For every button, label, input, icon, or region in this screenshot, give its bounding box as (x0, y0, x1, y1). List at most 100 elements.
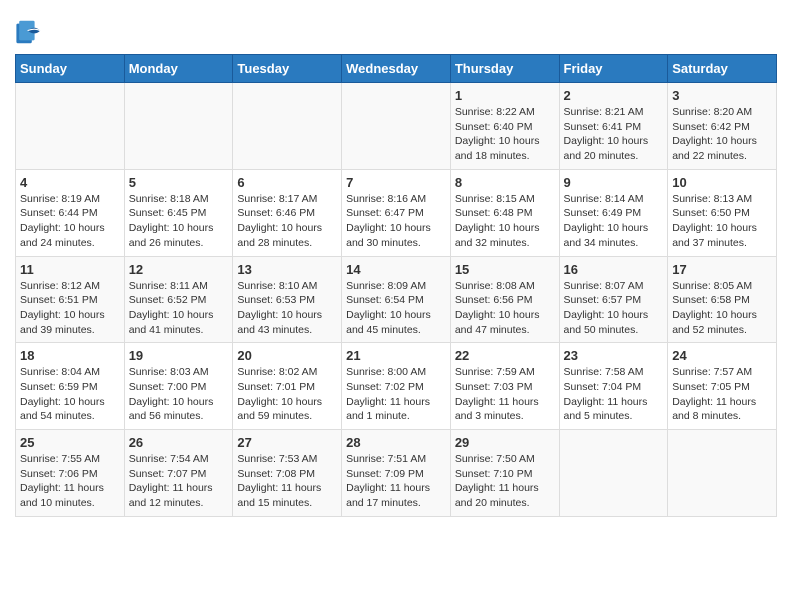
day-number: 10 (672, 175, 772, 190)
calendar-cell: 5 Sunrise: 8:18 AM Sunset: 6:45 PM Daylig… (124, 169, 233, 256)
day-number: 28 (346, 435, 446, 450)
day-info: Sunrise: 7:53 AM Sunset: 7:08 PM Dayligh… (237, 452, 337, 511)
day-info: Sunrise: 8:21 AM Sunset: 6:41 PM Dayligh… (564, 105, 664, 164)
day-number: 14 (346, 262, 446, 277)
calendar-cell: 12 Sunrise: 8:11 AM Sunset: 6:52 PM Dayli… (124, 256, 233, 343)
calendar-cell: 21 Sunrise: 8:00 AM Sunset: 7:02 PM Dayli… (342, 343, 451, 430)
weekday-header-monday: Monday (124, 55, 233, 83)
day-number: 27 (237, 435, 337, 450)
calendar-cell: 15Sunrise: 8:08 AM Sunset: 6:56 PM Dayli… (450, 256, 559, 343)
day-number: 24 (672, 348, 772, 363)
day-number: 17 (672, 262, 772, 277)
calendar-cell: 23 Sunrise: 7:58 AM Sunset: 7:04 PM Dayli… (559, 343, 668, 430)
calendar-cell: 7 Sunrise: 8:16 AM Sunset: 6:47 PM Daylig… (342, 169, 451, 256)
day-info: Sunrise: 7:55 AM Sunset: 7:06 PM Dayligh… (20, 452, 120, 511)
calendar-cell: 24 Sunrise: 7:57 AM Sunset: 7:05 PM Dayli… (668, 343, 777, 430)
calendar-cell: 14 Sunrise: 8:09 AM Sunset: 6:54 PM Dayli… (342, 256, 451, 343)
calendar-cell: 18Sunrise: 8:04 AM Sunset: 6:59 PM Dayli… (16, 343, 125, 430)
day-info: Sunrise: 8:13 AM Sunset: 6:50 PM Dayligh… (672, 192, 772, 251)
day-info: Sunrise: 8:14 AM Sunset: 6:49 PM Dayligh… (564, 192, 664, 251)
calendar-week-row: 11 Sunrise: 8:12 AM Sunset: 6:51 PM Dayli… (16, 256, 777, 343)
day-number: 19 (129, 348, 229, 363)
day-number: 16 (564, 262, 664, 277)
logo (15, 18, 45, 46)
day-number: 13 (237, 262, 337, 277)
day-info: Sunrise: 8:17 AM Sunset: 6:46 PM Dayligh… (237, 192, 337, 251)
header (15, 10, 777, 46)
day-info: Sunrise: 8:11 AM Sunset: 6:52 PM Dayligh… (129, 279, 229, 338)
calendar-cell: 20Sunrise: 8:02 AM Sunset: 7:01 PM Dayli… (233, 343, 342, 430)
day-number: 7 (346, 175, 446, 190)
calendar-cell: 9 Sunrise: 8:14 AM Sunset: 6:49 PM Daylig… (559, 169, 668, 256)
calendar-cell: 17 Sunrise: 8:05 AM Sunset: 6:58 PM Dayli… (668, 256, 777, 343)
day-info: Sunrise: 8:03 AM Sunset: 7:00 PM Dayligh… (129, 365, 229, 424)
calendar-week-row: 25 Sunrise: 7:55 AM Sunset: 7:06 PM Dayli… (16, 430, 777, 517)
day-number: 15 (455, 262, 555, 277)
day-info: Sunrise: 8:15 AM Sunset: 6:48 PM Dayligh… (455, 192, 555, 251)
calendar-cell: 28 Sunrise: 7:51 AM Sunset: 7:09 PM Dayli… (342, 430, 451, 517)
day-number: 1 (455, 88, 555, 103)
day-number: 2 (564, 88, 664, 103)
day-number: 3 (672, 88, 772, 103)
calendar-cell: 10 Sunrise: 8:13 AM Sunset: 6:50 PM Dayli… (668, 169, 777, 256)
weekday-header-thursday: Thursday (450, 55, 559, 83)
day-number: 20 (237, 348, 337, 363)
weekday-header-wednesday: Wednesday (342, 55, 451, 83)
calendar-cell: 3 Sunrise: 8:20 AM Sunset: 6:42 PM Daylig… (668, 83, 777, 170)
weekday-header-row: SundayMondayTuesdayWednesdayThursdayFrid… (16, 55, 777, 83)
day-number: 12 (129, 262, 229, 277)
day-info: Sunrise: 8:18 AM Sunset: 6:45 PM Dayligh… (129, 192, 229, 251)
calendar-cell: 19 Sunrise: 8:03 AM Sunset: 7:00 PM Dayli… (124, 343, 233, 430)
day-info: Sunrise: 8:19 AM Sunset: 6:44 PM Dayligh… (20, 192, 120, 251)
calendar-cell: 1 Sunrise: 8:22 AM Sunset: 6:40 PM Daylig… (450, 83, 559, 170)
calendar-table: SundayMondayTuesdayWednesdayThursdayFrid… (15, 54, 777, 517)
calendar-week-row: 18Sunrise: 8:04 AM Sunset: 6:59 PM Dayli… (16, 343, 777, 430)
day-number: 25 (20, 435, 120, 450)
day-number: 5 (129, 175, 229, 190)
weekday-header-tuesday: Tuesday (233, 55, 342, 83)
day-info: Sunrise: 8:10 AM Sunset: 6:53 PM Dayligh… (237, 279, 337, 338)
calendar-week-row: 1 Sunrise: 8:22 AM Sunset: 6:40 PM Daylig… (16, 83, 777, 170)
day-number: 11 (20, 262, 120, 277)
day-number: 21 (346, 348, 446, 363)
weekday-header-saturday: Saturday (668, 55, 777, 83)
calendar-cell (668, 430, 777, 517)
calendar-cell: 11 Sunrise: 8:12 AM Sunset: 6:51 PM Dayli… (16, 256, 125, 343)
day-info: Sunrise: 8:05 AM Sunset: 6:58 PM Dayligh… (672, 279, 772, 338)
day-number: 6 (237, 175, 337, 190)
day-number: 4 (20, 175, 120, 190)
day-info: Sunrise: 8:22 AM Sunset: 6:40 PM Dayligh… (455, 105, 555, 164)
calendar-week-row: 4 Sunrise: 8:19 AM Sunset: 6:44 PM Daylig… (16, 169, 777, 256)
day-info: Sunrise: 8:12 AM Sunset: 6:51 PM Dayligh… (20, 279, 120, 338)
day-info: Sunrise: 7:57 AM Sunset: 7:05 PM Dayligh… (672, 365, 772, 424)
day-info: Sunrise: 7:51 AM Sunset: 7:09 PM Dayligh… (346, 452, 446, 511)
day-number: 22 (455, 348, 555, 363)
day-info: Sunrise: 8:00 AM Sunset: 7:02 PM Dayligh… (346, 365, 446, 424)
day-info: Sunrise: 8:16 AM Sunset: 6:47 PM Dayligh… (346, 192, 446, 251)
calendar-cell: 4 Sunrise: 8:19 AM Sunset: 6:44 PM Daylig… (16, 169, 125, 256)
day-info: Sunrise: 8:04 AM Sunset: 6:59 PM Dayligh… (20, 365, 120, 424)
calendar-cell: 2 Sunrise: 8:21 AM Sunset: 6:41 PM Daylig… (559, 83, 668, 170)
calendar-cell: 26 Sunrise: 7:54 AM Sunset: 7:07 PM Dayli… (124, 430, 233, 517)
calendar-cell: 6 Sunrise: 8:17 AM Sunset: 6:46 PM Daylig… (233, 169, 342, 256)
day-info: Sunrise: 8:09 AM Sunset: 6:54 PM Dayligh… (346, 279, 446, 338)
weekday-header-friday: Friday (559, 55, 668, 83)
day-number: 8 (455, 175, 555, 190)
calendar-cell: 29Sunrise: 7:50 AM Sunset: 7:10 PM Dayli… (450, 430, 559, 517)
day-number: 9 (564, 175, 664, 190)
calendar-cell: 25 Sunrise: 7:55 AM Sunset: 7:06 PM Dayli… (16, 430, 125, 517)
calendar-cell (16, 83, 125, 170)
day-number: 26 (129, 435, 229, 450)
calendar-cell (233, 83, 342, 170)
day-info: Sunrise: 7:54 AM Sunset: 7:07 PM Dayligh… (129, 452, 229, 511)
day-info: Sunrise: 8:20 AM Sunset: 6:42 PM Dayligh… (672, 105, 772, 164)
calendar-cell (124, 83, 233, 170)
day-number: 29 (455, 435, 555, 450)
day-number: 23 (564, 348, 664, 363)
weekday-header-sunday: Sunday (16, 55, 125, 83)
calendar-cell: 22Sunrise: 7:59 AM Sunset: 7:03 PM Dayli… (450, 343, 559, 430)
calendar-cell: 27 Sunrise: 7:53 AM Sunset: 7:08 PM Dayli… (233, 430, 342, 517)
day-info: Sunrise: 8:07 AM Sunset: 6:57 PM Dayligh… (564, 279, 664, 338)
calendar-cell (559, 430, 668, 517)
day-info: Sunrise: 7:58 AM Sunset: 7:04 PM Dayligh… (564, 365, 664, 424)
